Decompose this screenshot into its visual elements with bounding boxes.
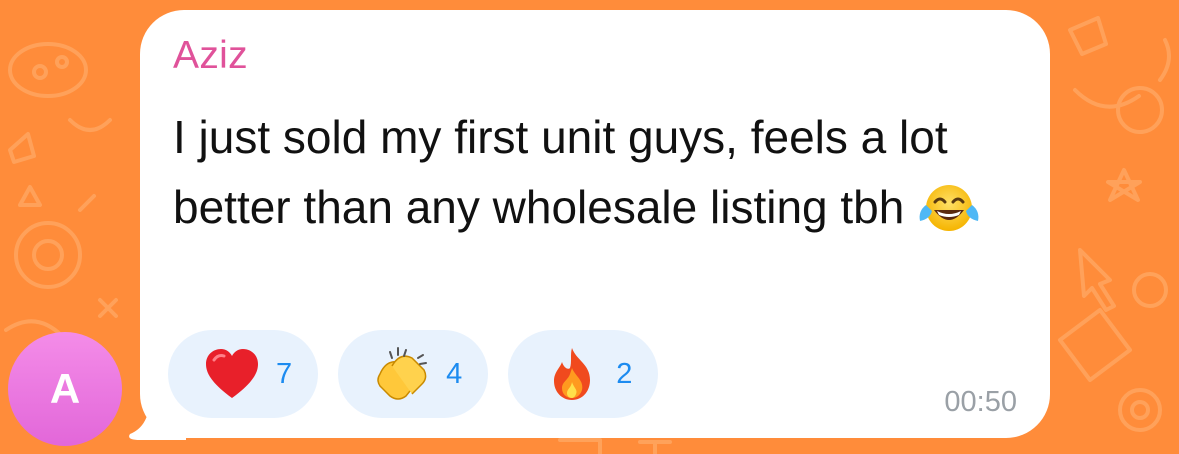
reaction-count: 2 (616, 357, 633, 390)
fire-icon (542, 344, 602, 404)
message-text-container: I just sold my first unit guys, feels a … (173, 102, 1033, 242)
sender-name[interactable]: Aziz (173, 34, 248, 78)
avatar-letter: A (49, 365, 81, 412)
red-heart-icon (202, 344, 262, 404)
reaction-heart[interactable]: 7 (168, 330, 319, 418)
reaction-count: 7 (276, 357, 293, 390)
reaction-fire[interactable]: 2 (508, 330, 659, 418)
avatar[interactable]: A (8, 332, 122, 446)
reaction-count: 4 (446, 357, 463, 390)
message-bubble[interactable]: Aziz I just sold my first unit guys, fee… (140, 10, 1050, 438)
reaction-clap[interactable]: 4 (338, 330, 489, 418)
reactions-row: 7 4 2 (168, 330, 659, 418)
face-with-tears-of-joy-icon (918, 182, 980, 232)
message-text: I just sold my first unit guys, feels a … (173, 111, 948, 233)
message-timestamp: 00:50 (944, 386, 1017, 418)
clapping-hands-icon (372, 344, 432, 404)
